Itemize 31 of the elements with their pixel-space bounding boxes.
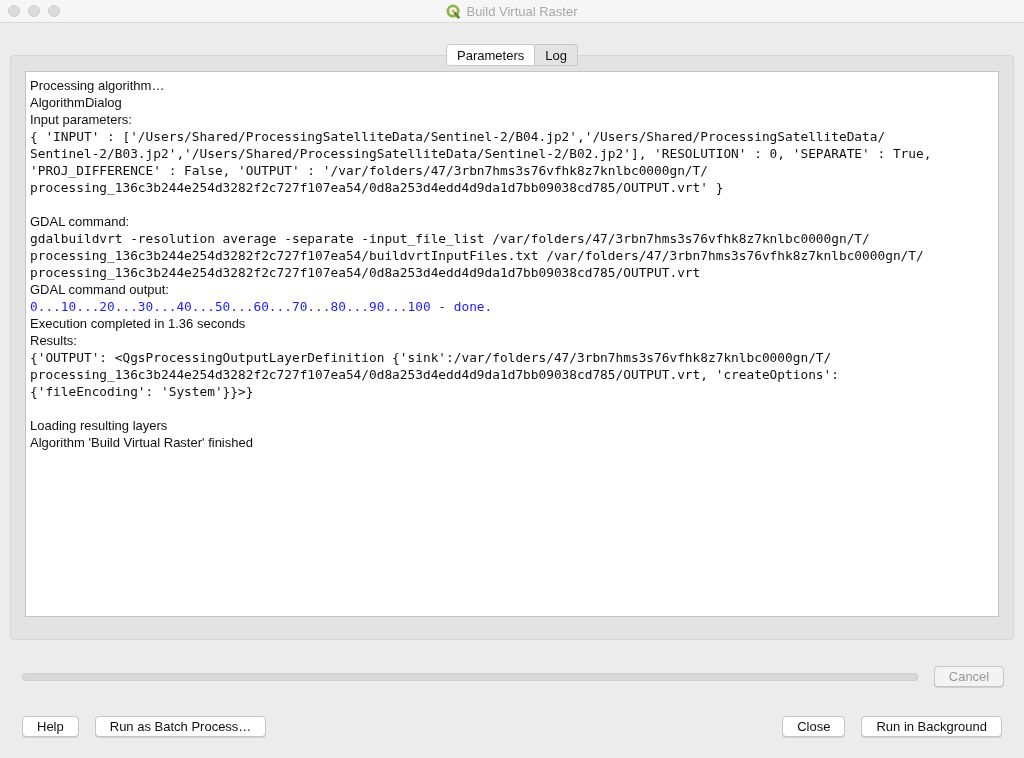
log-line: 'PROJ_DIFFERENCE' : False, 'OUTPUT' : '/var/folders/47/3rbn7hms3s76vfhk8z7knlbc0000gn/T/ <box>30 162 709 179</box>
tab[interactable]: Log <box>535 44 578 66</box>
window-title: Build Virtual Raster <box>466 3 578 19</box>
tab[interactable]: Parameters <box>446 44 536 66</box>
app-logo-icon <box>446 3 462 19</box>
log-line: {'fileEncoding': 'System'}}>} <box>30 383 255 400</box>
dialog-button[interactable]: Run in Background <box>861 716 1002 737</box>
log-line: Loading resulting layers <box>30 417 169 434</box>
log-line: AlgorithmDialog <box>30 94 123 111</box>
log-line: Execution completed in 1.36 seconds <box>30 315 247 332</box>
window-zoom-control[interactable] <box>48 5 60 17</box>
log-line: GDAL command: <box>30 213 131 230</box>
dialog-button[interactable]: Help <box>22 716 79 737</box>
log-line: Input parameters: <box>30 111 133 128</box>
log-line: GDAL command output: <box>30 281 170 298</box>
log-line: {'OUTPUT': <QgsProcessingOutputLayerDefinition {'sink':/var/folders/47/3rbn7hms3s76vfhk8z7knlbc0000gn/T/ <box>30 349 833 366</box>
log-line: processing_136c3b244e254d3282f2c727f107ea54/buildvrtInputFiles.txt /var/folders/47/3rbn7hms3s76vfhk8z7knlbc0000gn/T/ <box>30 247 925 264</box>
log-line: Algorithm 'Build Virtual Raster' finished <box>30 434 254 451</box>
window-minimize-control[interactable] <box>28 5 40 17</box>
log-line: gdalbuildvrt -resolution average -separate -input_file_list /var/folders/47/3rbn7hms3s76vfhk8z7knlbc0000gn/T/ <box>30 230 871 247</box>
window-close-control[interactable] <box>8 5 20 17</box>
log-line: Processing algorithm… <box>30 77 166 94</box>
log-line: 0...10...20...30...40...50...60...70...80...90...100 - done. <box>30 298 494 315</box>
log-line: processing_136c3b244e254d3282f2c727f107ea54/0d8a253d4edd4d9da1d7bb09038cd785/OUTPUT.vrt' } <box>30 179 725 196</box>
log-line: Sentinel-2/B03.jp2','/Users/Shared/ProcessingSatelliteData/Sentinel-2/B02.jp2'], 'RESOLUTION' : 0, 'SEPARATE' : True, <box>30 145 933 162</box>
log-line: { 'INPUT' : ['/Users/Shared/ProcessingSatelliteData/Sentinel-2/B04.jp2','/Users/Shared/ProcessingSatelliteData/ <box>30 128 887 145</box>
log-line: Results: <box>30 332 78 349</box>
dialog-button[interactable]: Close <box>782 716 846 737</box>
dialog-button[interactable]: Run as Batch Process… <box>94 716 267 737</box>
log-line: processing_136c3b244e254d3282f2c727f107ea54/0d8a253d4edd4d9da1d7bb09038cd785/OUTPUT.vrt <box>30 264 702 281</box>
log-line: processing_136c3b244e254d3282f2c727f107ea54/0d8a253d4edd4d9da1d7bb09038cd785/OUTPUT.vrt, 'createOptions': <box>30 366 840 383</box>
